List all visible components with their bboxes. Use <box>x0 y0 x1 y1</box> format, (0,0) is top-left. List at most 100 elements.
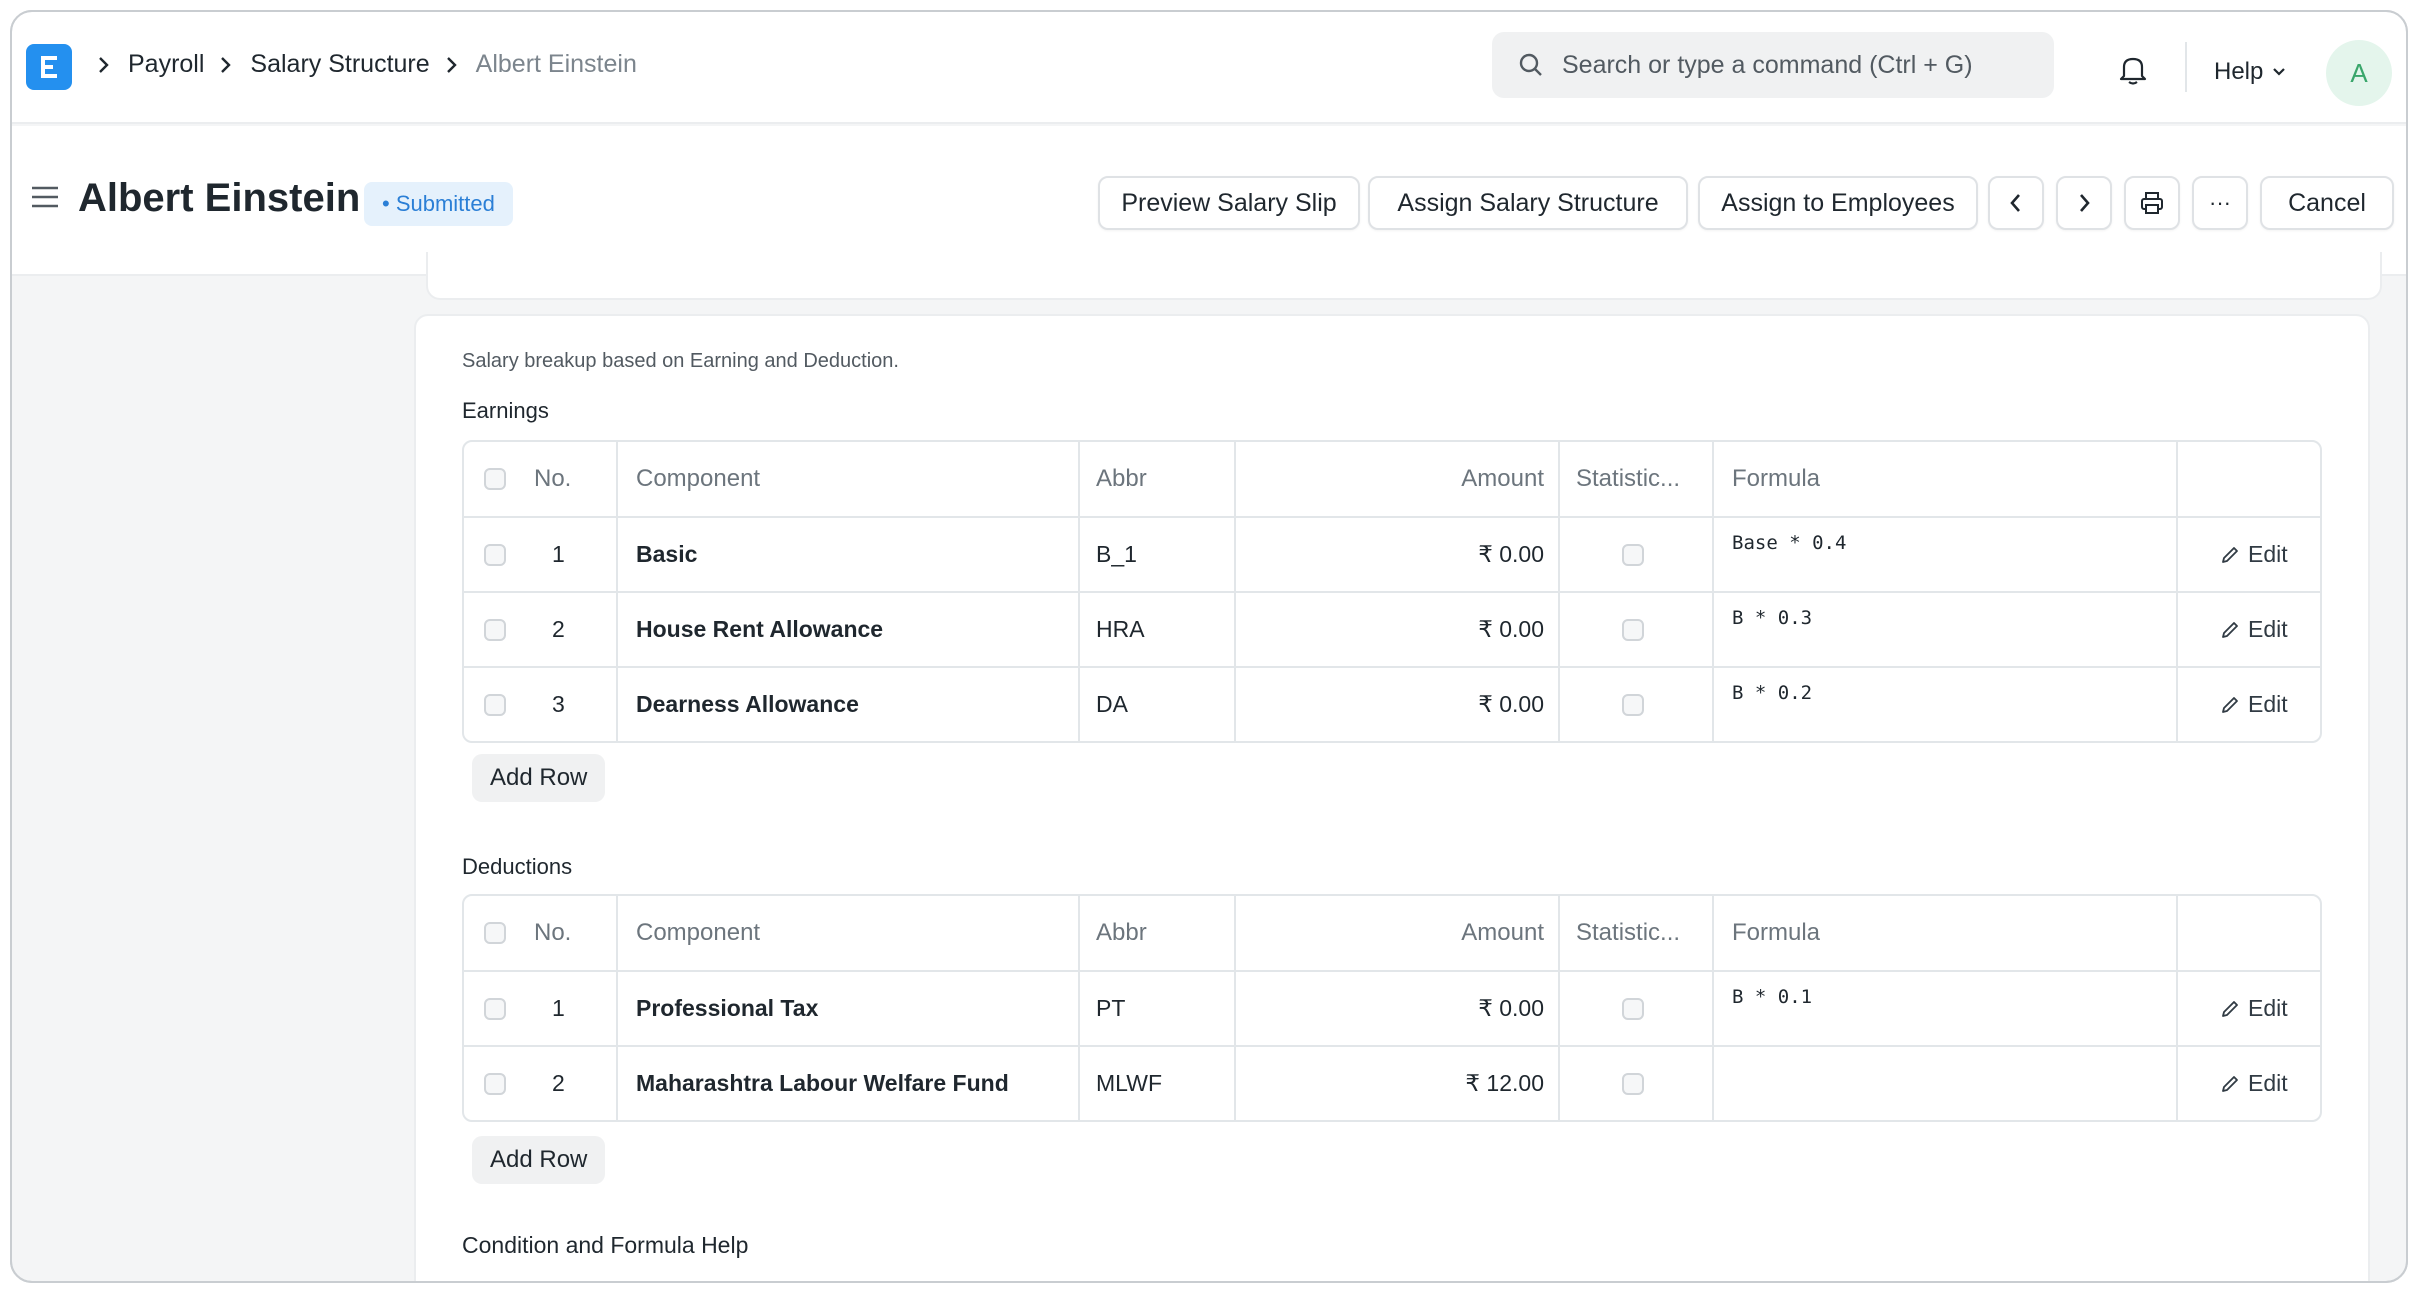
assign-salary-structure-button[interactable]: Assign Salary Structure <box>1368 176 1688 230</box>
deductions-table: No. Component Abbr Amount Statistic... F… <box>462 894 2322 1122</box>
row-edit-button[interactable]: Edit <box>2220 518 2288 591</box>
pencil-icon <box>2222 1075 2238 1092</box>
table-header-row: No. Component Abbr Amount Statistic... F… <box>464 442 2320 516</box>
column-component: Component <box>636 465 761 492</box>
row-no: 2 <box>552 1070 565 1096</box>
row-amount: ₹ 0.00 <box>1478 541 1544 567</box>
table-row[interactable]: 3 Dearness Allowance DA ₹ 0.00 B * 0.2 E… <box>464 666 2320 741</box>
row-checkbox[interactable] <box>484 972 506 1045</box>
row-no: 2 <box>552 616 565 642</box>
earnings-add-row-button[interactable]: Add Row <box>472 754 606 802</box>
breadcrumb-salary-structure[interactable]: Salary Structure <box>250 50 429 79</box>
chevron-down-icon <box>2273 68 2286 76</box>
deductions-label: Deductions <box>462 854 573 879</box>
edit-label: Edit <box>2248 1070 2288 1096</box>
bottom-margin <box>0 1283 2418 1293</box>
table-row[interactable]: 2 Maharashtra Labour Welfare Fund MLWF ₹… <box>464 1045 2320 1120</box>
row-checkbox[interactable] <box>484 668 506 741</box>
pencil-icon <box>2222 696 2238 713</box>
row-edit-button[interactable]: Edit <box>2220 972 2288 1045</box>
row-abbr: B_1 <box>1096 541 1137 567</box>
deductions-add-row-button[interactable]: Add Row <box>472 1136 606 1184</box>
row-abbr: HRA <box>1096 616 1145 642</box>
row-component: Professional Tax <box>636 995 819 1021</box>
pencil-icon <box>2222 546 2238 563</box>
breadcrumb: Payroll Salary Structure Albert Einstein <box>96 50 651 79</box>
edit-label: Edit <box>2248 616 2288 642</box>
more-actions-button[interactable]: ··· <box>2192 176 2248 230</box>
edit-label: Edit <box>2248 541 2288 567</box>
row-formula: Base * 0.4 <box>1732 532 1847 554</box>
search-input[interactable] <box>1562 32 2032 98</box>
column-amount: Amount <box>1461 465 1544 492</box>
printer-icon <box>2141 192 2163 214</box>
column-no: No. <box>534 919 572 946</box>
status-badge: • Submitted <box>364 182 513 226</box>
row-checkbox[interactable] <box>484 1047 506 1120</box>
column-amount: Amount <box>1461 919 1544 946</box>
breadcrumb-payroll[interactable]: Payroll <box>128 50 204 79</box>
column-no: No. <box>534 465 572 492</box>
column-formula: Formula <box>1732 919 1821 946</box>
preview-salary-slip-button[interactable]: Preview Salary Slip <box>1098 176 1360 230</box>
row-amount: ₹ 0.00 <box>1478 691 1544 717</box>
chevron-right-icon <box>96 55 110 75</box>
row-amount: ₹ 12.00 <box>1465 1070 1544 1096</box>
next-record-button[interactable] <box>2056 176 2112 230</box>
pencil-icon <box>2222 1000 2238 1017</box>
help-label: Help <box>2214 58 2264 85</box>
table-row[interactable]: 1 Professional Tax PT ₹ 0.00 B * 0.1 Edi… <box>464 970 2320 1045</box>
column-statistic: Statistic... <box>1576 465 1681 492</box>
row-abbr: DA <box>1096 691 1128 717</box>
row-edit-button[interactable]: Edit <box>2220 593 2288 666</box>
edit-label: Edit <box>2248 995 2288 1021</box>
select-all-checkbox[interactable] <box>484 896 506 970</box>
section-description: Salary breakup based on Earning and Dedu… <box>462 350 899 372</box>
help-dropdown[interactable]: Help <box>2214 58 2287 86</box>
sidebar-toggle-icon[interactable] <box>30 184 60 215</box>
row-no: 1 <box>552 541 565 567</box>
search-icon <box>1518 52 1544 83</box>
breadcrumb-current: Albert Einstein <box>475 50 637 78</box>
cancel-button[interactable]: Cancel <box>2260 176 2394 230</box>
row-component: Dearness Allowance <box>636 691 859 717</box>
chevron-right-icon <box>2080 194 2090 212</box>
row-no: 1 <box>552 995 565 1021</box>
app-logo[interactable] <box>26 44 72 90</box>
row-no: 3 <box>552 691 565 717</box>
column-formula: Formula <box>1732 465 1821 492</box>
row-amount: ₹ 0.00 <box>1478 616 1544 642</box>
statistic-checkbox[interactable] <box>1622 1047 1644 1120</box>
avatar[interactable]: A <box>2326 40 2392 106</box>
row-edit-button[interactable]: Edit <box>2220 668 2288 741</box>
condition-formula-help-link[interactable]: Condition and Formula Help <box>462 1232 748 1259</box>
table-row[interactable]: 2 House Rent Allowance HRA ₹ 0.00 B * 0.… <box>464 591 2320 666</box>
earnings-table: No. Component Abbr Amount Statistic... F… <box>462 440 2322 743</box>
row-checkbox[interactable] <box>484 518 506 591</box>
page-title: Albert Einstein <box>78 176 361 220</box>
previous-section-card <box>426 252 2382 300</box>
row-component: Basic <box>636 541 698 567</box>
statistic-checkbox[interactable] <box>1622 518 1644 591</box>
search-bar[interactable] <box>1492 32 2054 98</box>
row-formula: B * 0.1 <box>1732 986 1813 1008</box>
column-abbr: Abbr <box>1096 465 1147 492</box>
divider <box>2185 42 2187 92</box>
previous-record-button[interactable] <box>1988 176 2044 230</box>
column-abbr: Abbr <box>1096 919 1147 946</box>
row-edit-button[interactable]: Edit <box>2220 1047 2288 1120</box>
row-checkbox[interactable] <box>484 593 506 666</box>
statistic-checkbox[interactable] <box>1622 593 1644 666</box>
select-all-checkbox[interactable] <box>484 442 506 516</box>
edit-label: Edit <box>2248 691 2288 717</box>
statistic-checkbox[interactable] <box>1622 972 1644 1045</box>
row-formula: B * 0.3 <box>1732 607 1813 629</box>
row-abbr: MLWF <box>1096 1070 1163 1096</box>
table-row[interactable]: 1 Basic B_1 ₹ 0.00 Base * 0.4 Edit <box>464 516 2320 591</box>
earnings-label: Earnings <box>462 398 549 423</box>
assign-to-employees-button[interactable]: Assign to Employees <box>1698 176 1978 230</box>
table-header-row: No. Component Abbr Amount Statistic... F… <box>464 896 2320 970</box>
statistic-checkbox[interactable] <box>1622 668 1644 741</box>
notification-bell-icon[interactable] <box>2118 54 2148 91</box>
print-button[interactable] <box>2124 176 2180 230</box>
